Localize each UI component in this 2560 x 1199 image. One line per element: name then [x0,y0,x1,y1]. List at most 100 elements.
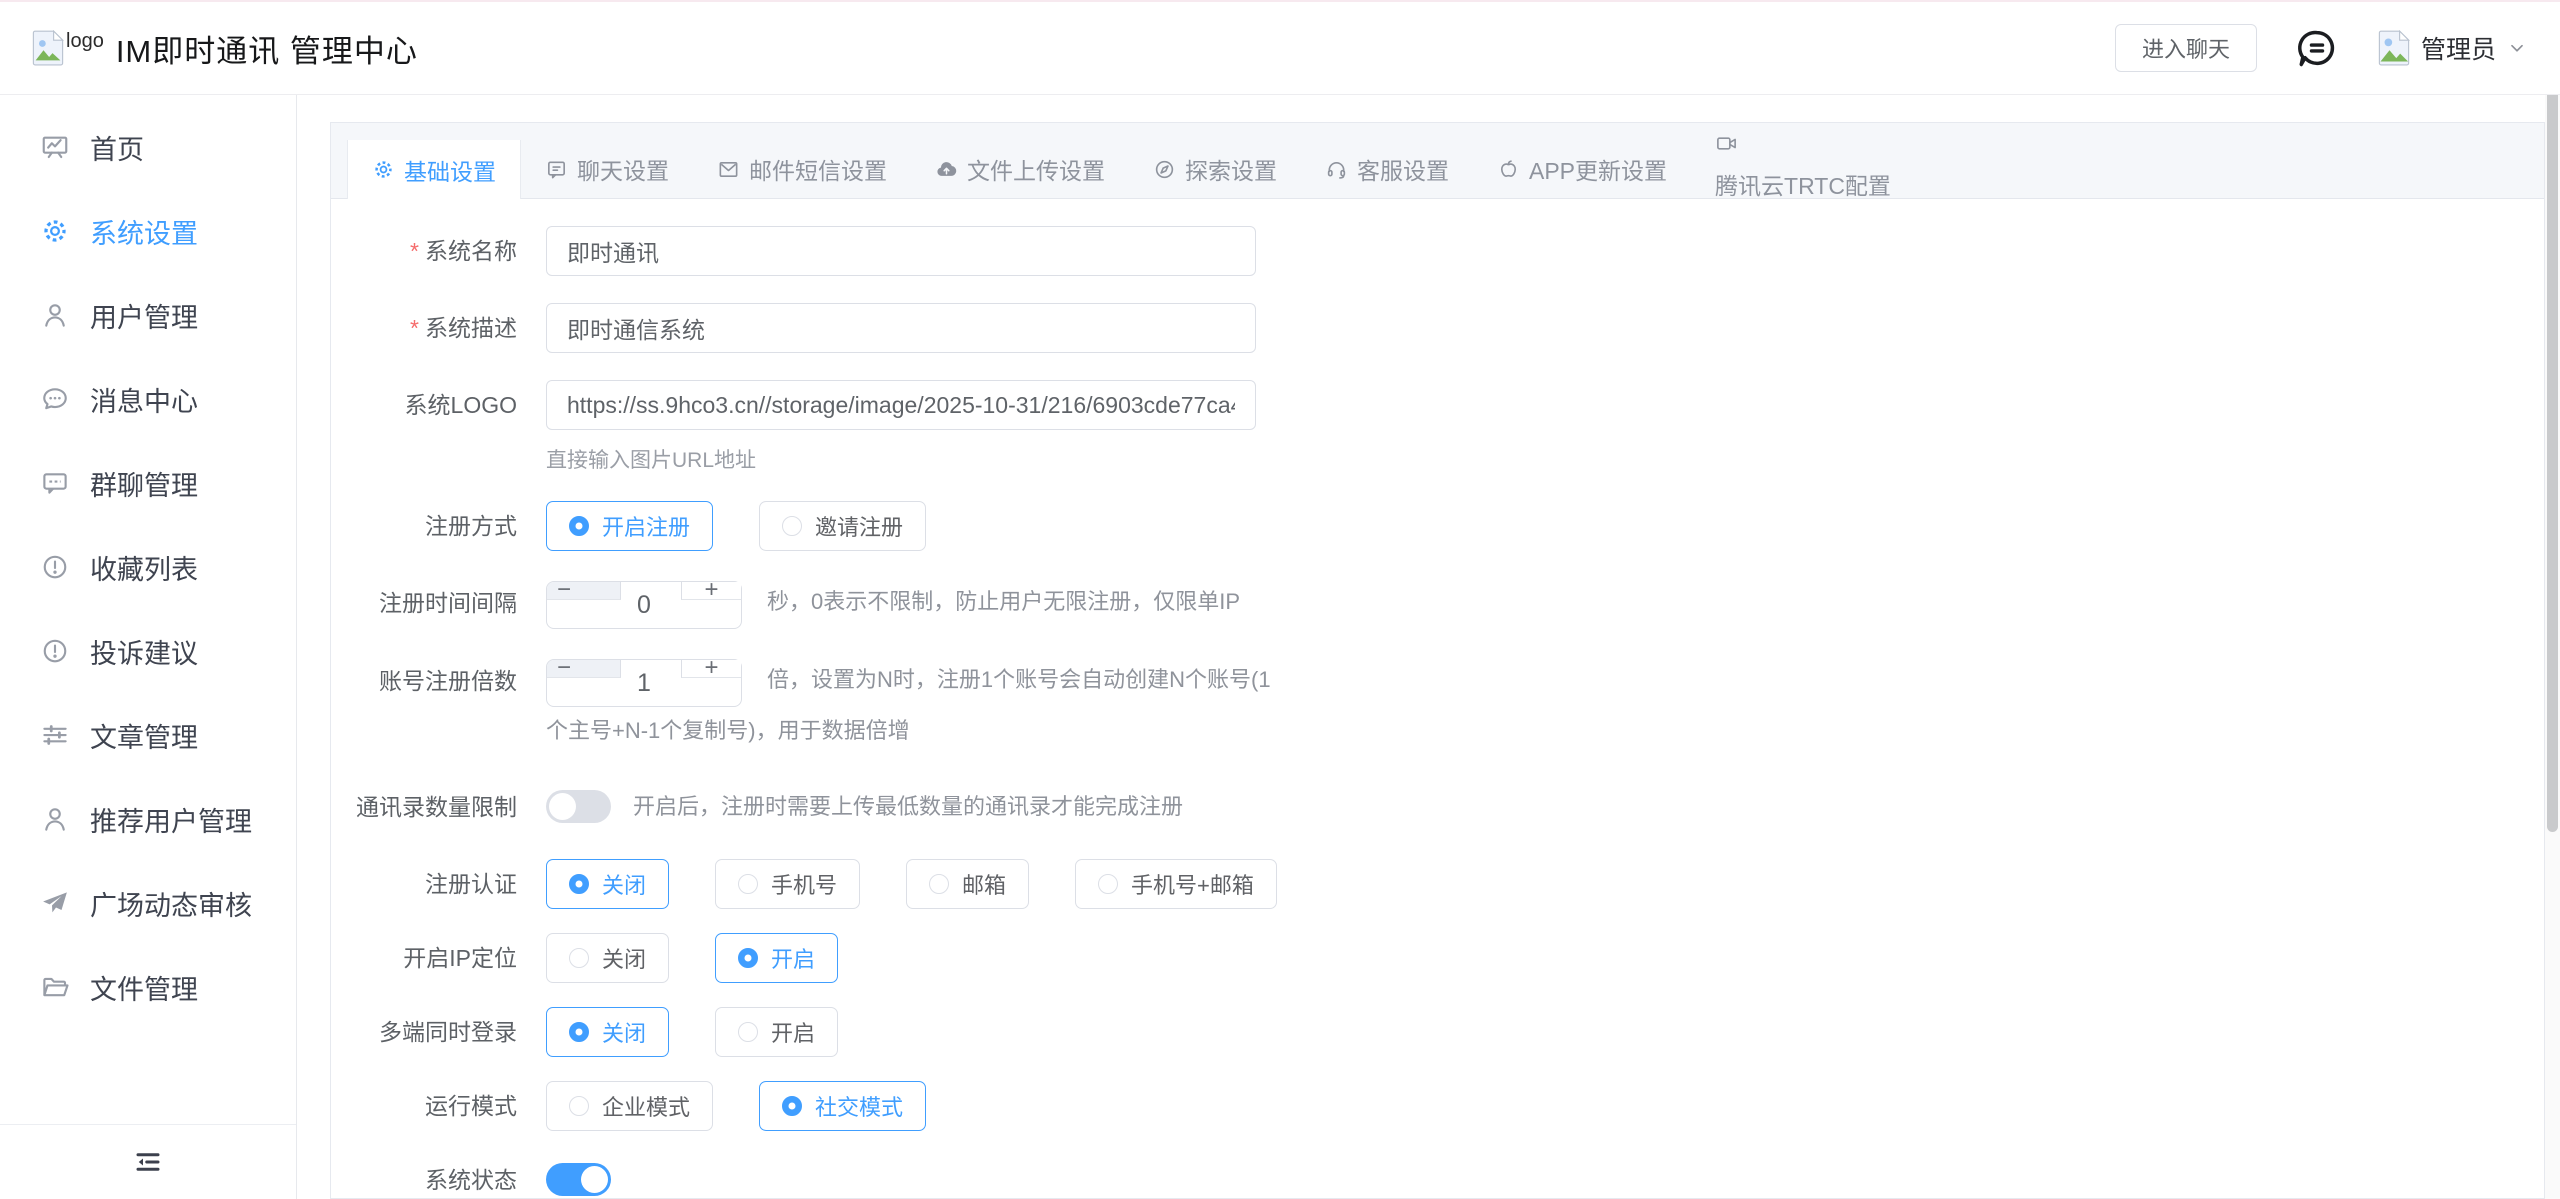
radio-option-开启[interactable]: 开启 [715,1007,838,1057]
sidebar-item-group-chat-management[interactable]: 群聊管理 [0,441,296,525]
radio-dot-icon [569,1022,589,1042]
tab-customer-service-settings[interactable]: 客服设置 [1301,140,1473,198]
sidebar-item-file-management[interactable]: 文件管理 [0,945,296,1029]
enter-chat-button[interactable]: 进入聊天 [2115,24,2257,72]
sidebar-item-recommended-user-management[interactable]: 推荐用户管理 [0,777,296,861]
sidebar-footer [0,1124,296,1199]
field-label: *系统描述 [331,303,517,353]
sidebar-item-message-center[interactable]: 消息中心 [0,357,296,441]
radio-label: 邮箱 [962,868,1006,900]
sidebar-item-system-settings[interactable]: 系统设置 [0,189,296,273]
radio-dot-icon [782,1096,802,1116]
form-row-system-name: *系统名称 [331,226,2544,276]
sidebar-item-square-post-review[interactable]: 广场动态审核 [0,861,296,945]
form-row-register-auth: 注册认证 关闭手机号邮箱手机号+邮箱 [331,859,2544,909]
required-asterisk: * [410,315,419,341]
sidebar-item-label: 群聊管理 [90,464,198,503]
radio-dot-icon [569,948,589,968]
radio-option-开启[interactable]: 开启 [715,933,838,983]
field-label: 账号注册倍数 [331,656,517,706]
field-label: 系统LOGO [331,380,517,430]
radio-option-手机号[interactable]: 手机号 [715,859,860,909]
tab-explore-settings[interactable]: 探索设置 [1129,140,1301,198]
sidebar-item-label: 广场动态审核 [90,884,252,923]
chat-square-icon [545,158,568,181]
chat-bubble-icon[interactable] [2295,26,2339,70]
radio-option-关闭[interactable]: 关闭 [546,933,669,983]
radio-option-关闭[interactable]: 关闭 [546,859,669,909]
gear-icon [372,158,395,181]
radio-option-手机号+邮箱[interactable]: 手机号+邮箱 [1075,859,1277,909]
form-row-ip-location: 开启IP定位 关闭开启 [331,933,2544,983]
radio-dot-icon [929,874,949,894]
form-row-register-interval: 注册时间间隔 − + 0 秒，0表示不限制，防止用户无限注册，仅限单IP [331,578,2544,629]
field-label: *系统名称 [331,226,517,276]
tab-file-upload-settings[interactable]: 文件上传设置 [911,140,1129,198]
sidebar-item-complaints-suggestions[interactable]: 投诉建议 [0,609,296,693]
scrollbar[interactable] [2545,95,2560,1199]
field-label: 运行模式 [331,1081,517,1131]
radio-label: 手机号+邮箱 [1131,868,1254,900]
tab-label: 客服设置 [1357,152,1449,186]
form-row-register-mode: 注册方式 开启注册邀请注册 [331,501,2544,551]
sidebar-item-favorites-list[interactable]: 收藏列表 [0,525,296,609]
radio-label: 企业模式 [602,1090,690,1122]
radio-dot-icon [1098,874,1118,894]
tab-mail-sms-settings[interactable]: 邮件短信设置 [693,140,911,198]
sidebar-item-article-management[interactable]: 文章管理 [0,693,296,777]
tab-app-update-settings[interactable]: APP更新设置 [1473,140,1691,198]
collapse-sidebar-icon[interactable] [133,1147,163,1177]
sidebar-item-label: 文件管理 [90,968,198,1007]
headset-icon [1325,158,1348,181]
form-row-run-mode: 运行模式 企业模式 社交模式 [331,1081,2544,1131]
chat-dash-icon [40,468,70,498]
increment-button[interactable]: + [681,660,741,678]
tab-label: 邮件短信设置 [749,152,887,186]
radio-option-开启注册[interactable]: 开启注册 [546,501,713,551]
system-desc-input[interactable] [546,303,1256,353]
radio-option-社交模式[interactable]: 社交模式 [759,1081,926,1131]
user-icon [40,804,70,834]
form-row-multi-device-login: 多端同时登录 关闭开启 [331,1007,2544,1057]
system-name-input[interactable] [546,226,1256,276]
user-icon [40,300,70,330]
radio-option-邮箱[interactable]: 邮箱 [906,859,1029,909]
radio-label: 开启 [771,942,815,974]
basic-settings-form: *系统名称 *系统描述 系统LOGO 直接输入图片URL地址 [331,199,2544,1199]
radio-dot-icon [569,874,589,894]
tab-tencent-trtc-config[interactable]: 腾讯云TRTC配置 [1691,123,1915,199]
radio-label: 社交模式 [815,1090,903,1122]
register-auth-radio-group: 关闭 手机号 邮箱 手机号+邮箱 [546,859,1323,909]
radio-option-关闭[interactable]: 关闭 [546,1007,669,1057]
sidebar-item-label: 文章管理 [90,716,198,755]
radio-option-企业模式[interactable]: 企业模式 [546,1081,713,1131]
system-logo-url-input[interactable] [546,380,1256,430]
tab-label: 探索设置 [1185,152,1277,186]
increment-button[interactable]: + [681,582,741,600]
radio-dot-icon [569,1096,589,1116]
radio-label: 关闭 [602,868,646,900]
tab-basic-settings[interactable]: 基础设置 [347,140,521,199]
radio-label: 开启 [771,1016,815,1048]
sidebar-item-label: 推荐用户管理 [90,800,252,839]
warning-circle-icon [40,552,70,582]
radio-label: 关闭 [602,942,646,974]
page-title: IM即时通讯 管理中心 [116,26,418,71]
mail-icon [717,158,740,181]
radio-option-邀请注册[interactable]: 邀请注册 [759,501,926,551]
decrement-button[interactable]: − [547,582,621,600]
system-status-toggle[interactable] [546,1163,611,1196]
field-label: 注册时间间隔 [331,578,517,628]
register-mode-radio-group: 开启注册邀请注册 [546,501,972,551]
user-menu[interactable]: 管理员 [2377,30,2528,66]
scrollbar-thumb[interactable] [2547,95,2558,832]
settings-card: 基础设置聊天设置 邮件短信设置文件上传设置 探索设置 客服设置 APP更新设置腾讯云TR… [330,122,2545,1199]
sidebar-item-user-management[interactable]: 用户管理 [0,273,296,357]
tab-chat-settings[interactable]: 聊天设置 [521,140,693,198]
contacts-limit-toggle[interactable] [546,790,611,823]
field-label: 注册方式 [331,501,517,551]
decrement-button[interactable]: − [547,660,621,678]
dashboard-icon [40,132,70,162]
sidebar-item-home[interactable]: 首页 [0,105,296,189]
logo-alt-text: logo [66,30,104,52]
